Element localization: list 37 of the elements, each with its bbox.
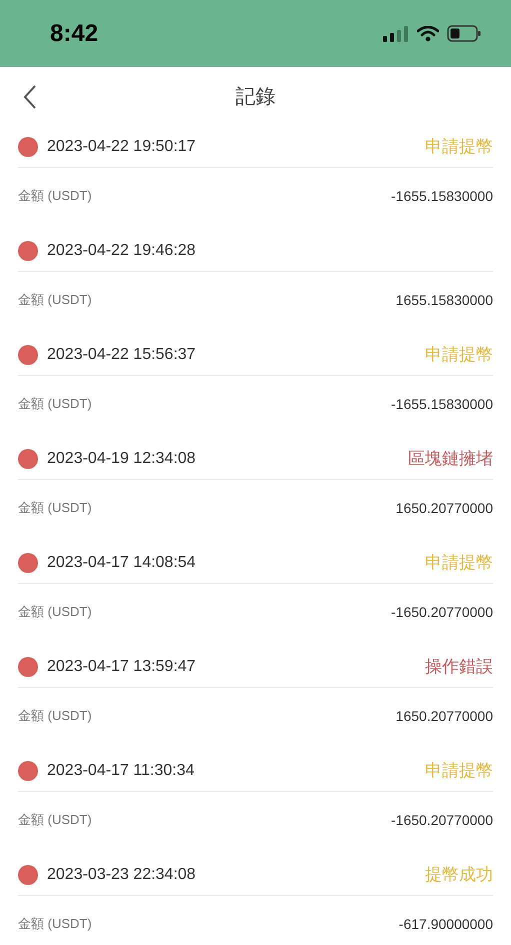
clock-time: 8:42	[50, 18, 98, 48]
record-time: 2023-03-23 22:34:08	[47, 864, 196, 884]
amount-value: 1650.20770000	[396, 499, 493, 518]
record-time: 2023-04-17 14:08:54	[47, 552, 196, 572]
record-status: 申請提幣	[425, 552, 493, 574]
amount-label: 金額 (USDT)	[18, 291, 92, 309]
amount-label: 金額 (USDT)	[18, 811, 92, 829]
amount-label: 金額 (USDT)	[18, 499, 92, 517]
amount-value: -1650.20770000	[391, 603, 493, 622]
amount-value: -1655.15830000	[391, 187, 493, 206]
amount-label: 金額 (USDT)	[18, 603, 92, 621]
record-time: 2023-04-17 13:59:47	[47, 656, 196, 676]
record-time: 2023-04-22 19:50:17	[47, 136, 196, 156]
page-title: 記錄	[236, 84, 276, 110]
amount-value: -1650.20770000	[391, 811, 493, 830]
amount-value: 1650.20770000	[396, 707, 493, 726]
signal-icon	[383, 26, 409, 42]
amount-label: 金額 (USDT)	[18, 395, 92, 413]
record-status: 申請提幣	[425, 136, 493, 158]
battery-icon	[447, 25, 481, 42]
record-status: 申請提幣	[425, 344, 493, 366]
wifi-icon	[417, 26, 439, 42]
back-icon	[23, 84, 37, 110]
amount-value: -1655.15830000	[391, 395, 493, 414]
record-status: 提幣成功	[425, 864, 493, 886]
amount-label: 金額 (USDT)	[18, 915, 92, 933]
amount-label: 金額 (USDT)	[18, 707, 92, 725]
record-time: 2023-04-22 15:56:37	[47, 344, 196, 364]
record-time: 2023-04-19 12:34:08	[47, 448, 196, 468]
amount-label: 金額 (USDT)	[18, 187, 92, 205]
record-time: 2023-04-22 19:46:28	[47, 240, 196, 260]
record-status: 區塊鏈擁堵	[408, 448, 493, 470]
record-status: 申請提幣	[425, 760, 493, 782]
amount-value: -617.90000000	[398, 915, 493, 934]
record-time: 2023-04-17 11:30:34	[47, 760, 194, 780]
amount-value: 1655.15830000	[396, 291, 493, 310]
record-status: 操作錯誤	[425, 656, 493, 678]
